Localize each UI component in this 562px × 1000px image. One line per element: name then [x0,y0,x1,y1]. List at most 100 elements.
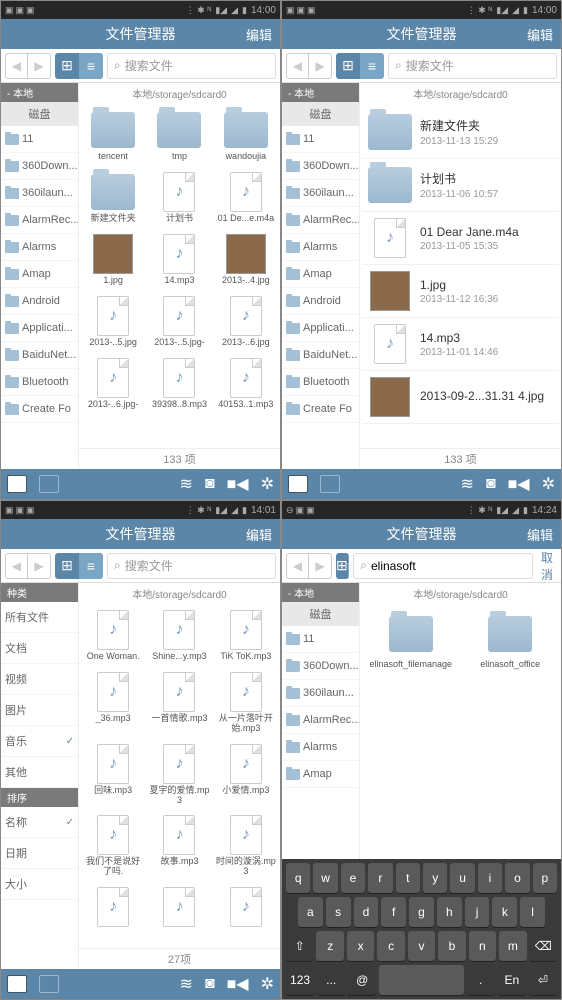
keyboard-key[interactable]: h [437,897,462,927]
keyboard-key[interactable]: w [313,863,337,893]
keyboard-key[interactable]: j [465,897,490,927]
keyboard-key[interactable]: ⇧ [286,931,313,961]
grid-item[interactable]: ♪从一片落叶开始.mp3 [214,668,278,738]
grid-item[interactable]: ♪回味.mp3 [81,740,145,810]
keyboard-key[interactable]: En [498,965,526,995]
list-item[interactable]: ♪01 Dear Jane.m4a2013-11-05 15:35 [362,212,559,265]
grid-item[interactable]: ♪14.mp3 [147,230,211,290]
sidebar-item[interactable]: Amap [1,261,78,288]
keyboard-key[interactable]: v [408,931,435,961]
keyboard-key[interactable]: y [423,863,447,893]
keyboard-key[interactable]: f [381,897,406,927]
sidebar-item[interactable]: BaiduNet... [1,342,78,369]
sidebar-item[interactable]: 视频 [1,664,78,695]
camera-icon[interactable]: ◙ [486,475,496,493]
grid-item[interactable]: wandoujia [214,106,278,166]
edit-button[interactable]: 编辑 [246,25,272,44]
list-item[interactable]: ♪14.mp32013-11-01 14:46 [362,318,559,371]
sidebar-item[interactable]: 360Down... [1,153,78,180]
search-input[interactable] [371,559,526,573]
sidebar-item[interactable]: 音乐✓ [1,726,78,757]
grid-item[interactable]: ♪One Woman. [81,606,145,666]
grid-view-button[interactable]: ⊞ [55,53,79,79]
sidebar-item[interactable]: 其他 [1,757,78,788]
sidebar-item[interactable]: 图片 [1,695,78,726]
keyboard-key[interactable]: i [478,863,502,893]
gear-icon[interactable]: ✲ [261,974,274,994]
list-item[interactable]: 1.jpg2013-11-12 16:36 [362,265,559,318]
sidebar-item[interactable]: BaiduNet... [282,342,359,369]
grid-item[interactable]: ♪39398..8.mp3 [147,354,211,414]
search-box[interactable]: ⌕搜索文件 [388,53,557,79]
grid-view-button[interactable]: ⊞ [336,553,348,579]
sidebar-item[interactable]: 11 [282,626,359,653]
grid-item[interactable]: ♪TiK ToK.mp3 [214,606,278,666]
edit-button[interactable]: 编辑 [246,525,272,544]
edit-button[interactable]: 编辑 [527,525,553,544]
video-icon[interactable]: ■◀ [227,474,249,494]
tab-icon[interactable] [288,475,308,493]
grid-item[interactable]: ♪夏宇的爱情.mp3 [147,740,211,810]
grid-item[interactable]: 新建文件夹 [81,168,145,228]
grid-item[interactable]: ♪ [81,883,145,933]
keyboard-key[interactable]: r [368,863,392,893]
nav-forward[interactable]: ▶ [28,554,50,578]
nav-back[interactable]: ◀ [287,54,309,78]
grid-item[interactable]: ♪_36.mp3 [81,668,145,738]
keyboard-key[interactable]: b [438,931,465,961]
keyboard-key[interactable]: o [505,863,529,893]
sidebar-item[interactable]: Create Fo [1,396,78,423]
keyboard-key[interactable]: g [409,897,434,927]
video-icon[interactable]: ■◀ [227,974,249,994]
keyboard-key[interactable]: . [467,965,495,995]
sidebar-item[interactable]: Create Fo [282,396,359,423]
tab-icon[interactable] [39,475,59,493]
search-box[interactable]: ⌕ [353,553,533,579]
grid-item[interactable]: ♪ [147,883,211,933]
sidebar-item[interactable]: Alarms [282,734,359,761]
sidebar-item[interactable]: 所有文件 [1,602,78,633]
grid-item[interactable]: ♪2013-..6.jpg [214,292,278,352]
keyboard-key[interactable]: z [316,931,343,961]
search-box[interactable]: ⌕ 搜索文件 [107,53,276,79]
sidebar-item[interactable]: 11 [1,126,78,153]
keyboard-key[interactable]: 123 [286,965,314,995]
grid-item[interactable]: 1.jpg [81,230,145,290]
wifi-icon[interactable]: ≋ [461,474,474,494]
list-view-button[interactable]: ≡ [79,53,103,79]
keyboard-key[interactable]: c [377,931,404,961]
wifi-icon[interactable]: ≋ [180,474,193,494]
sidebar-item[interactable]: AlarmRec... [282,707,359,734]
grid-item[interactable]: ♪计划书 [147,168,211,228]
sidebar-item[interactable]: Alarms [1,234,78,261]
keyboard-key[interactable]: x [347,931,374,961]
grid-item[interactable]: ♪2013-..5.jpg- [147,292,211,352]
sidebar-item[interactable]: 名称✓ [1,807,78,838]
list-view-button[interactable]: ≡ [348,553,350,579]
list-item[interactable]: 计划书2013-11-06 10:57 [362,159,559,212]
grid-item[interactable]: ♪01 De...e.m4a [214,168,278,228]
sidebar-item[interactable]: 360ilaun... [282,680,359,707]
sidebar-item[interactable]: AlarmRec... [1,207,78,234]
camera-icon[interactable]: ◙ [205,975,215,993]
video-icon[interactable]: ■◀ [508,474,530,494]
camera-icon[interactable]: ◙ [205,475,215,493]
sidebar-item[interactable]: Applicati... [1,315,78,342]
grid-item[interactable]: tencent [81,106,145,166]
tab-icon[interactable] [39,975,59,993]
grid-item[interactable]: ♪Shine...y.mp3 [147,606,211,666]
keyboard-key[interactable]: k [492,897,517,927]
grid-item[interactable]: elinasoft_office [462,606,560,674]
grid-item[interactable]: ♪40153..1.mp3 [214,354,278,414]
grid-item[interactable]: ♪ [214,883,278,933]
grid-item[interactable]: 2013-..4.jpg [214,230,278,290]
grid-item[interactable]: ♪故事.mp3 [147,811,211,881]
sidebar-item[interactable]: 大小 [1,869,78,900]
list-view-button[interactable]: ≡ [79,553,103,579]
sidebar-item[interactable]: 360Down... [282,653,359,680]
keyboard-key[interactable]: m [499,931,526,961]
sidebar-item[interactable]: Amap [282,761,359,788]
tab-icon[interactable] [320,475,340,493]
keyboard-key[interactable]: ⏎ [529,965,557,995]
grid-item[interactable]: ♪小爱情.mp3 [214,740,278,810]
